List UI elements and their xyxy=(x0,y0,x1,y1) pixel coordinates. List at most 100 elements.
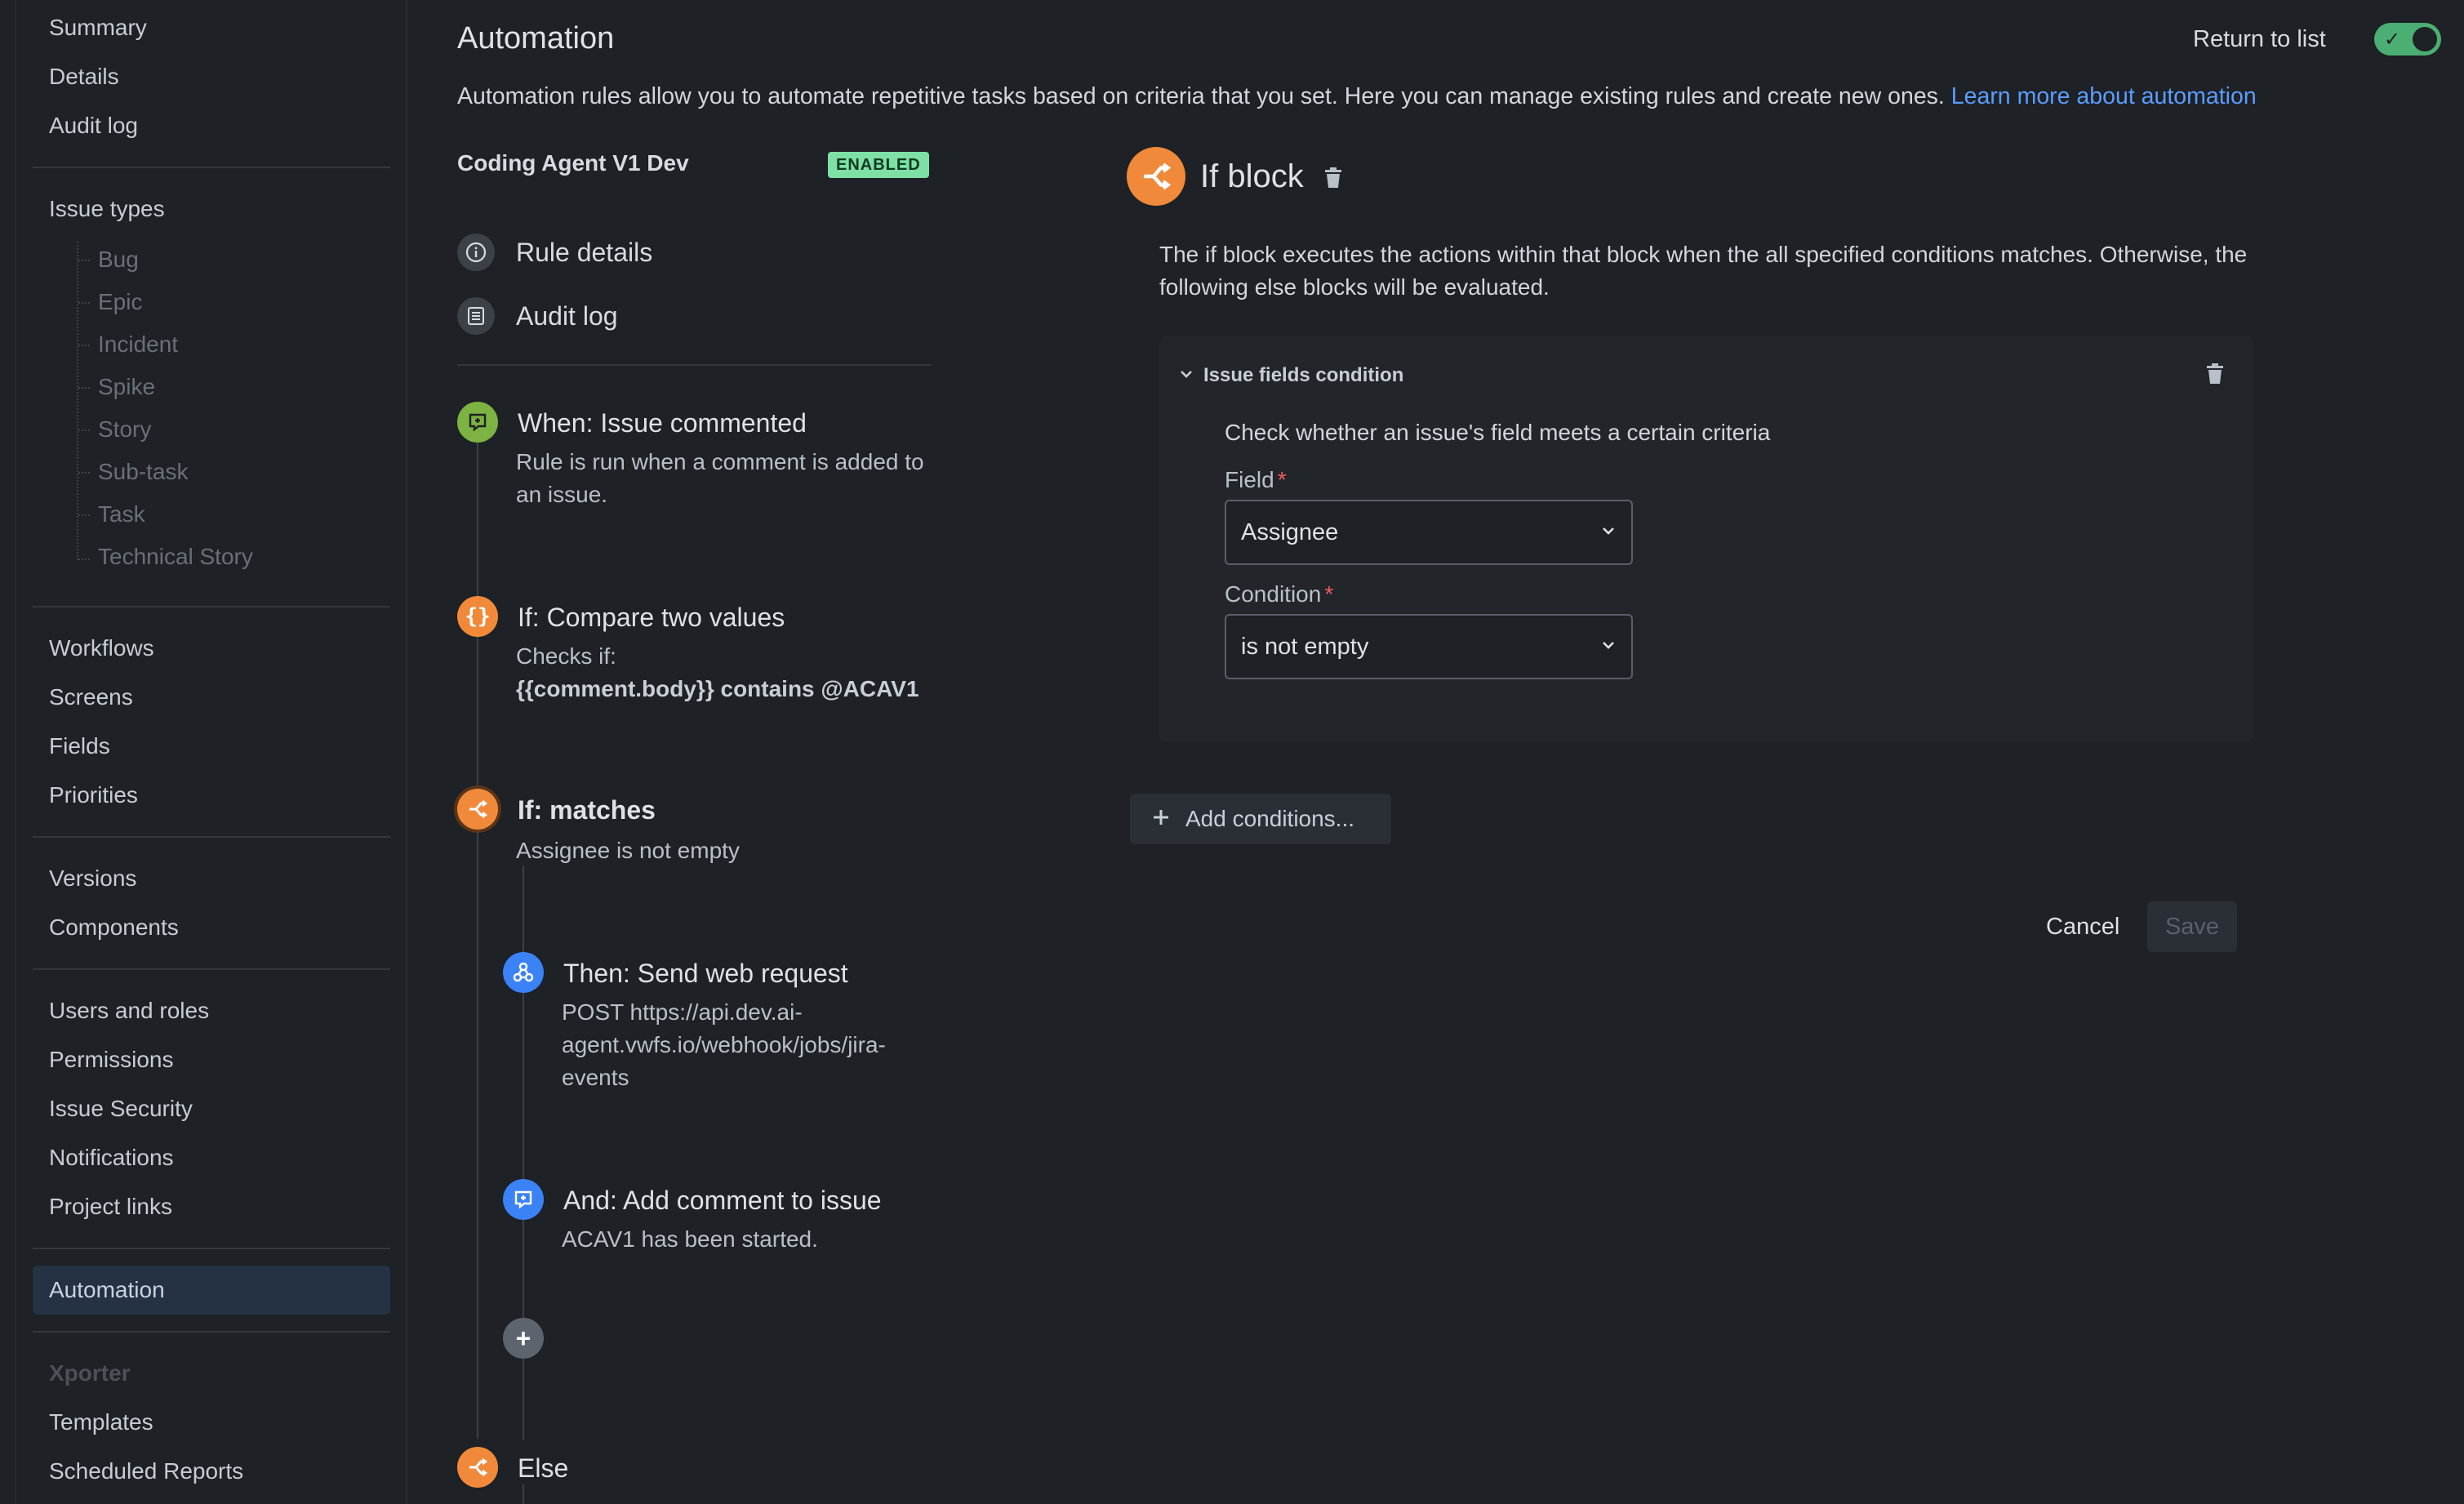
tree-tick xyxy=(78,429,90,431)
sidebar-item-details[interactable]: Details xyxy=(49,64,119,90)
chevron-down-icon xyxy=(1600,639,1617,655)
condition-select[interactable]: is not empty xyxy=(1225,614,1633,679)
condition-label-text: Condition xyxy=(1225,581,1322,607)
tree-tick xyxy=(78,514,90,516)
sidebar-item-fields[interactable]: Fields xyxy=(49,733,110,759)
if-block-description: The if block executes the actions within… xyxy=(1159,242,2248,300)
field-label-text: Field xyxy=(1225,467,1274,492)
sidebar-divider xyxy=(33,1331,390,1333)
trigger-description: Rule is run when a comment is added to a… xyxy=(516,449,924,507)
cancel-button[interactable]: Cancel xyxy=(2028,901,2137,952)
condition-label: Condition * xyxy=(1225,581,1333,607)
return-to-list-link[interactable]: Return to list xyxy=(2193,26,2326,53)
project-settings-sidebar: Summary Details Audit log Issue types Bu… xyxy=(0,0,407,1504)
if-block-title: If block xyxy=(1200,158,1304,194)
delete-condition-trash-icon[interactable] xyxy=(2204,363,2226,389)
add-comment-action-title[interactable]: And: Add comment to issue xyxy=(563,1186,882,1216)
sidebar-item-automation[interactable]: Automation xyxy=(49,1277,165,1303)
sidebar-item-issue-types[interactable]: Issue types xyxy=(49,196,165,222)
rule-enabled-toggle[interactable]: ✓ xyxy=(2374,23,2441,56)
list-icon xyxy=(457,297,495,335)
sidebar-heading-xporter: Xporter xyxy=(49,1360,131,1386)
field-select[interactable]: Assignee xyxy=(1225,500,1633,565)
intro-text: Automation rules allow you to automate r… xyxy=(457,83,1945,109)
tree-tick xyxy=(78,345,90,346)
sidebar-item-permissions[interactable]: Permissions xyxy=(49,1047,173,1073)
tree-connector xyxy=(77,242,78,560)
rule-name: Coding Agent V1 Dev xyxy=(457,150,689,176)
compare-expression: {{comment.body}} contains @ACAV1 xyxy=(516,676,919,701)
page-title: Automation xyxy=(457,21,615,56)
check-icon: ✓ xyxy=(2384,29,2401,51)
issue-type-bug[interactable]: Bug xyxy=(98,247,139,273)
condition-select-value: is not empty xyxy=(1241,633,1369,660)
sidebar-divider xyxy=(33,606,390,607)
branch-icon[interactable] xyxy=(457,1447,498,1488)
matches-condition-title[interactable]: If: matches xyxy=(518,795,656,825)
required-marker: * xyxy=(1324,581,1334,607)
add-conditions-label: Add conditions... xyxy=(1185,806,1355,831)
branch-connector xyxy=(523,1359,524,1440)
field-label: Field * xyxy=(1225,467,1287,493)
toggle-knob xyxy=(2413,27,2437,51)
condition-collapse-toggle[interactable]: Issue fields condition xyxy=(1179,364,1403,387)
branch-connector xyxy=(523,1484,524,1504)
info-icon xyxy=(457,234,495,271)
rule-audit-log-link[interactable]: Audit log xyxy=(457,296,618,336)
sidebar-item-notifications[interactable]: Notifications xyxy=(49,1145,174,1171)
issue-type-spike[interactable]: Spike xyxy=(98,374,155,400)
condition-header: Issue fields condition xyxy=(1203,364,1404,386)
add-comment-icon[interactable] xyxy=(503,1179,544,1220)
condition-subtitle: Check whether an issue's field meets a c… xyxy=(1225,420,1771,445)
sidebar-item-versions[interactable]: Versions xyxy=(49,865,136,892)
else-block-title[interactable]: Else xyxy=(518,1453,568,1484)
sidebar-item-priorities[interactable]: Priorities xyxy=(49,782,138,808)
issue-type-task[interactable]: Task xyxy=(98,501,145,527)
branch-connector xyxy=(523,865,524,1323)
trigger-title[interactable]: When: Issue commented xyxy=(518,408,807,438)
automation-intro: Automation rules allow you to automate r… xyxy=(457,83,2257,110)
plus-icon xyxy=(1151,808,1171,831)
sidebar-item-workflows[interactable]: Workflows xyxy=(49,635,154,661)
sidebar-item-project-links[interactable]: Project links xyxy=(49,1194,172,1220)
issue-type-incident[interactable]: Incident xyxy=(98,332,178,358)
comment-trigger-icon[interactable] xyxy=(457,402,498,443)
braces-icon[interactable]: {} xyxy=(457,596,498,637)
sidebar-item-scheduled-reports[interactable]: Scheduled Reports xyxy=(49,1458,243,1484)
sidebar-item-users-and-roles[interactable]: Users and roles xyxy=(49,998,209,1024)
webhook-action-title[interactable]: Then: Send web request xyxy=(563,959,848,989)
branch-icon[interactable] xyxy=(457,789,498,830)
compare-desc-line: Checks if: xyxy=(516,643,616,669)
matches-condition-description: Assignee is not empty xyxy=(516,838,740,863)
sidebar-item-templates[interactable]: Templates xyxy=(49,1409,153,1435)
sidebar-divider xyxy=(33,968,390,970)
save-button[interactable]: Save xyxy=(2147,901,2237,952)
sidebar-item-audit-log[interactable]: Audit log xyxy=(49,113,138,139)
add-step-button[interactable]: + xyxy=(503,1318,544,1359)
compare-condition-title[interactable]: If: Compare two values xyxy=(518,603,785,633)
sidebar-item-screens[interactable]: Screens xyxy=(49,684,133,710)
tree-tick xyxy=(78,558,90,560)
add-conditions-button[interactable]: Add conditions... xyxy=(1130,794,1391,844)
chevron-down-icon xyxy=(1179,368,1194,384)
rule-details-link[interactable]: Rule details xyxy=(457,232,652,273)
delete-block-trash-icon[interactable] xyxy=(1323,167,1344,194)
sidebar-item-issue-security[interactable]: Issue Security xyxy=(49,1096,193,1122)
compare-condition-description: Checks if: {{comment.body}} contains @AC… xyxy=(516,640,973,705)
issue-type-story[interactable]: Story xyxy=(98,416,151,443)
tree-tick xyxy=(78,260,90,261)
if-block-icon xyxy=(1127,147,1185,206)
tree-tick xyxy=(78,387,90,389)
sidebar-item-summary[interactable]: Summary xyxy=(49,15,147,41)
tree-tick xyxy=(78,472,90,474)
webhook-icon[interactable] xyxy=(503,952,544,993)
issue-type-technical-story[interactable]: Technical Story xyxy=(98,544,253,570)
flow-divider xyxy=(457,364,931,366)
tree-tick xyxy=(78,302,90,304)
issue-type-epic[interactable]: Epic xyxy=(98,289,142,315)
sidebar-divider xyxy=(33,1248,390,1249)
sidebar-item-components[interactable]: Components xyxy=(49,914,179,941)
audit-log-label: Audit log xyxy=(516,300,618,331)
learn-more-link[interactable]: Learn more about automation xyxy=(1951,83,2257,109)
issue-type-sub-task[interactable]: Sub-task xyxy=(98,459,189,485)
